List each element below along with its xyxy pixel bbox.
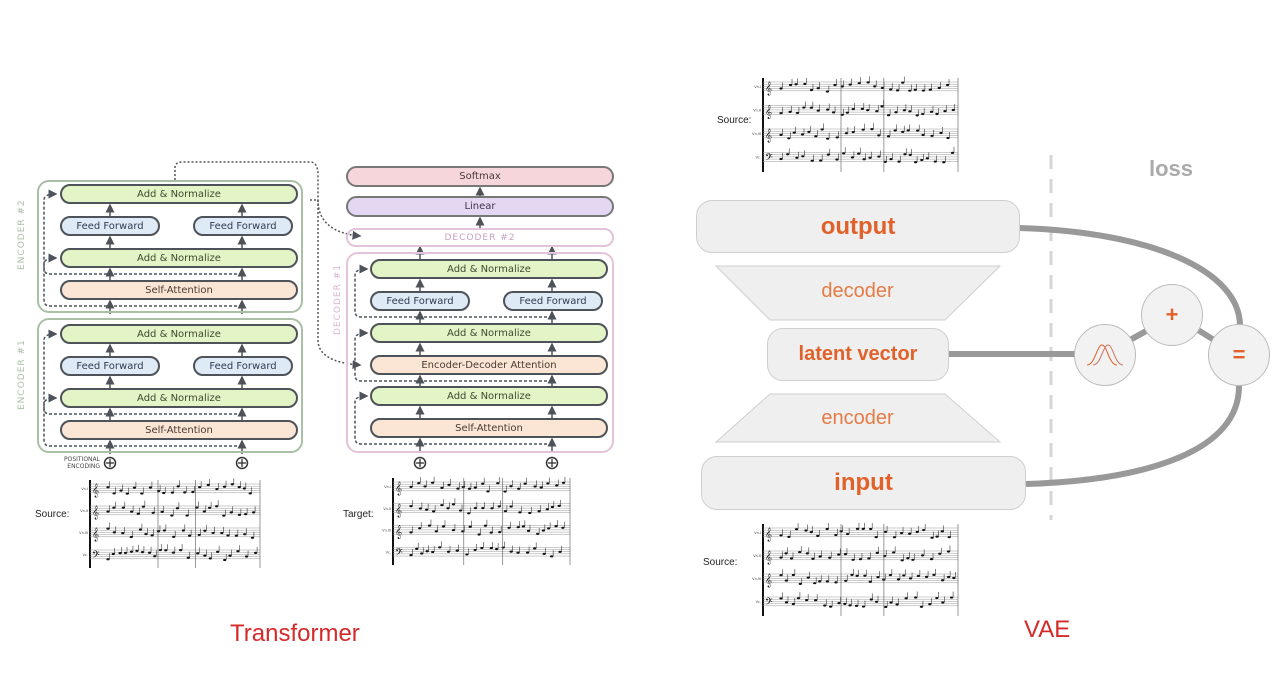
loss-label: loss: [1149, 156, 1194, 181]
encoder-1-self-attention: Self-Attention: [60, 420, 298, 440]
transformer-caption: Transformer: [230, 620, 360, 647]
positional-add-icon: [413, 456, 427, 470]
transformer-source-label: Source:: [35, 509, 70, 520]
gaussian-node: [1074, 324, 1136, 386]
transformer-target-label: Target:: [343, 509, 374, 520]
staff-label: Vc.: [386, 550, 391, 554]
svg-text:𝄞: 𝄞: [765, 573, 772, 587]
staff-label: Vn.I: [81, 487, 88, 491]
input-box: input: [701, 456, 1026, 510]
input-loss-line: [1025, 384, 1243, 487]
decoder-feed-forward-left: Feed Forward: [370, 291, 470, 311]
encoder-1-add-normalize-top: Add & Normalize: [60, 324, 298, 344]
equals-node: =: [1208, 324, 1270, 386]
output-box: output: [696, 200, 1020, 253]
svg-text:𝄞: 𝄞: [765, 128, 772, 142]
positional-add-icon: [545, 456, 559, 470]
encoder-2-feed-forward-left: Feed Forward: [60, 216, 160, 236]
decoder-1-label: DECODER #1: [333, 264, 343, 335]
vae-source-bottom-label: Source:: [703, 557, 738, 568]
staff-label: Vn.II: [753, 554, 761, 558]
positional-add-icon: [103, 456, 117, 470]
positional-add-icon: [235, 456, 249, 470]
staff-label: Vn.III: [752, 132, 761, 136]
decoder-add-normalize-mid: Add & Normalize: [370, 323, 608, 343]
encoder-1-add-normalize-bottom: Add & Normalize: [60, 388, 298, 408]
encoder-1-label: ENCODER #1: [17, 339, 27, 410]
decoder-add-normalize-top: Add & Normalize: [370, 259, 608, 279]
gaussian-icon: [1086, 344, 1124, 366]
staff-label: Vn.I: [384, 485, 391, 489]
staff-label: Vn.II: [383, 507, 391, 511]
diagram-canvas: Vn.I 𝄞 Vn.II 𝄞 Vn.III 𝄞 Vc. 𝄢 Vn.I 𝄞 Vn.II 𝄞 Vn.III 𝄞…: [0, 0, 1280, 686]
decoder-add-normalize-bottom: Add & Normalize: [370, 386, 608, 406]
encoder-2-label: ENCODER #2: [17, 199, 27, 270]
svg-text:𝄞: 𝄞: [395, 481, 402, 495]
staff-label: Vn.I: [754, 85, 761, 89]
decoder-feed-forward-right: Feed Forward: [503, 291, 603, 311]
transformer-target-sheet-music: Vn.I 𝄞 Vn.II 𝄞 Vn.III 𝄞 Vc. 𝄢: [382, 476, 571, 565]
svg-text:𝄢: 𝄢: [395, 546, 403, 560]
encoder-1-feed-forward-right: Feed Forward: [193, 356, 293, 376]
softmax-block: Softmax: [346, 166, 614, 187]
vae-source-top-label: Source:: [717, 115, 752, 126]
staff-label: Vc.: [83, 553, 88, 557]
svg-text:𝄞: 𝄞: [765, 550, 772, 564]
vae-caption: VAE: [1024, 616, 1071, 643]
svg-text:𝄞: 𝄞: [92, 483, 99, 497]
latent-vector-box: latent vector: [767, 328, 949, 381]
svg-text:𝄞: 𝄞: [395, 503, 402, 517]
decoder-enc-dec-attention: Encoder-Decoder Attention: [370, 355, 608, 375]
staff-label: Vn.III: [382, 529, 391, 533]
svg-text:𝄢: 𝄢: [765, 596, 773, 610]
encoder-2-feed-forward-right: Feed Forward: [193, 216, 293, 236]
encoder-label: encoder: [821, 407, 894, 429]
staff-label: Vn.III: [752, 577, 761, 581]
transformer-source-sheet-music: Vn.I 𝄞 Vn.II 𝄞 Vn.III 𝄞 Vc. 𝄢: [79, 478, 261, 568]
encoder-1-feed-forward-left: Feed Forward: [60, 356, 160, 376]
svg-text:𝄢: 𝄢: [765, 152, 773, 166]
staff-label: Vn.III: [79, 531, 88, 535]
vae-source-top-sheet-music: Vn.I 𝄞 Vn.II 𝄞 Vn.III 𝄞 Vc. 𝄢: [752, 76, 959, 172]
svg-text:𝄞: 𝄞: [92, 505, 99, 519]
decoder-self-attention: Self-Attention: [370, 418, 608, 438]
vae-source-bottom-sheet-music: Vn.I 𝄞 Vn.II 𝄞 Vn.III 𝄞 Vc. 𝄢: [752, 522, 959, 616]
encoder-2-add-normalize-bottom: Add & Normalize: [60, 248, 298, 268]
encoder-2-self-attention: Self-Attention: [60, 280, 298, 300]
decoder-2-label: DECODER #2: [444, 232, 516, 243]
svg-text:𝄞: 𝄞: [765, 81, 772, 95]
svg-text:𝄢: 𝄢: [92, 549, 100, 563]
decoder-label: decoder: [821, 280, 894, 302]
plus-node: +: [1141, 284, 1203, 346]
output-loss-line: [1019, 225, 1243, 327]
staff-label: Vc.: [756, 156, 761, 160]
positional-encoding-label: POSITIONAL ENCODING: [63, 456, 100, 470]
svg-text:𝄞: 𝄞: [395, 525, 402, 539]
svg-text:𝄞: 𝄞: [92, 527, 99, 541]
staff-label: Vn.II: [753, 109, 761, 113]
linear-block: Linear: [346, 196, 614, 217]
staff-label: Vn.II: [80, 509, 88, 513]
decoder-2-block: DECODER #2: [346, 228, 614, 247]
svg-text:𝄞: 𝄞: [765, 105, 772, 119]
svg-text:𝄞: 𝄞: [765, 527, 772, 541]
encoder-2-add-normalize-top: Add & Normalize: [60, 184, 298, 204]
staff-label: Vn.I: [754, 531, 761, 535]
staff-label: Vc.: [756, 600, 761, 604]
